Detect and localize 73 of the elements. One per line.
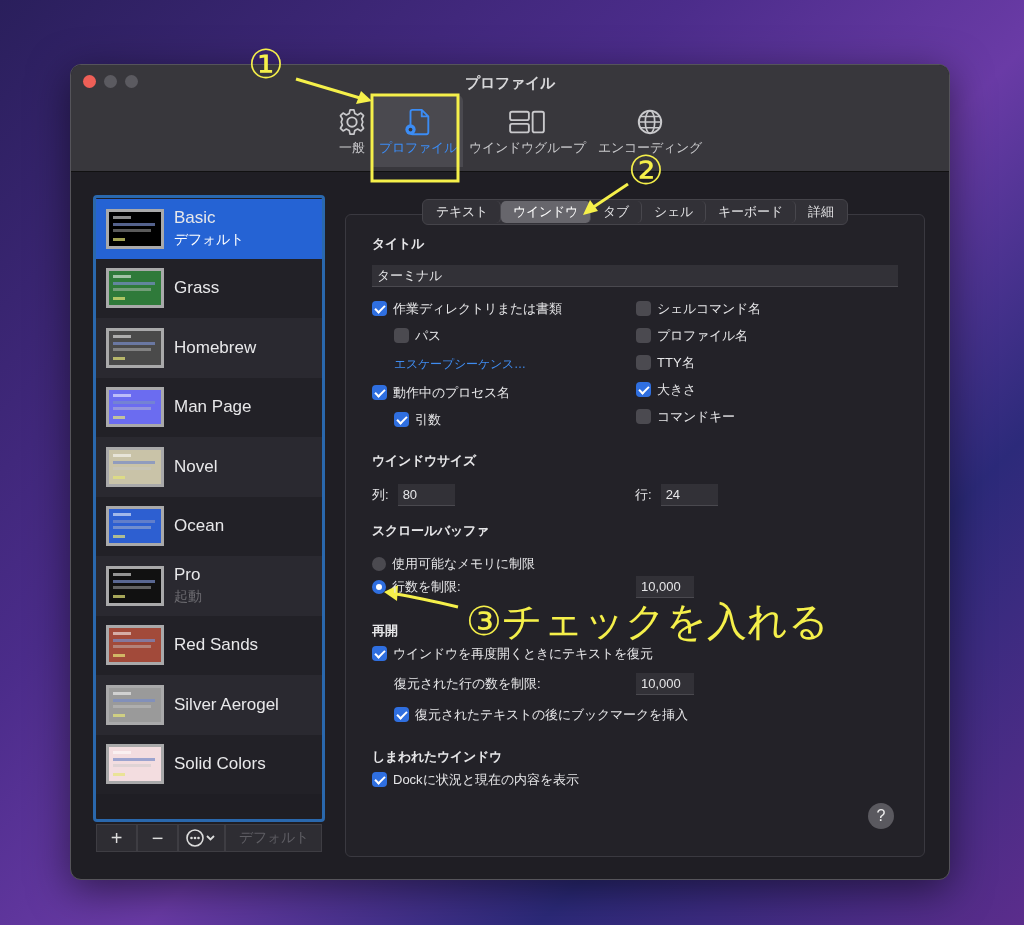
checkbox[interactable] [372,301,387,316]
profile-subtitle: 起動 [174,588,202,607]
profile-name: Ocean [174,516,225,537]
radio-label: 行数を制限: [392,577,461,596]
annotation-label: ① [248,44,284,84]
checkbox[interactable] [636,328,651,343]
checkbox[interactable] [394,707,409,722]
annotation-label: ③チェックを入れる [466,601,829,641]
profile-name: Homebrew [174,337,257,358]
checkbox-label: プロファイル名 [657,326,748,345]
profile-item[interactable]: Homebrew [96,318,322,378]
profile-item[interactable]: Silver Aerogel [96,675,322,735]
profile-item[interactable]: Novel [96,437,322,497]
section-heading: スクロールバッファ [372,522,489,540]
profile-name: Novel [174,456,218,477]
line-limit-field[interactable]: 10,000 [636,575,694,598]
help-button[interactable]: ? [868,803,894,829]
section-heading: タイトル [372,235,424,253]
profile-name: Silver Aerogel [174,694,279,715]
section-heading: しまわれたウインドウ [372,748,502,766]
profile-name: Grass [174,278,220,299]
checkbox-label: TTY名 [657,353,695,372]
checkbox[interactable] [636,382,651,397]
action-menu-button[interactable] [178,824,225,852]
checkbox-label: 大きさ [657,380,696,399]
tab[interactable]: シェル [642,201,706,223]
remove-button[interactable]: − [137,824,178,852]
radio-label: 使用可能なメモリに制限 [392,554,535,573]
profile-name: Man Page [174,397,252,418]
toolbar-tab[interactable]: 一般 [330,95,373,171]
checkbox-label: 動作中のプロセス名 [393,383,510,402]
checkbox[interactable] [394,412,409,427]
window-title: プロファイル [465,72,555,93]
field-label: 列: [372,486,389,504]
checkbox-label: 復元されたテキストの後にブックマークを挿入 [415,705,688,724]
add-button[interactable]: + [96,824,137,852]
checkbox[interactable] [636,301,651,316]
checkbox-label: シェルコマンド名 [657,299,761,318]
checkbox-label: 引数 [415,410,441,429]
profile-subtitle: デフォルト [174,231,244,250]
checkbox[interactable] [372,385,387,400]
checkbox-label: 作業ディレクトリまたは書類 [393,299,562,318]
profile-name: Solid Colors [174,754,266,775]
section-heading: 再開 [372,622,398,640]
rows-field[interactable]: 24 [660,484,718,506]
close-button[interactable] [83,75,96,88]
tab[interactable]: キーボード [706,201,796,223]
profile-name: Pro [174,565,202,586]
checkbox-label: パス [415,326,441,345]
checkbox[interactable] [636,409,651,424]
profile-item[interactable]: Basic デフォルト [96,199,322,259]
profile-name: Basic [174,208,217,229]
checkbox[interactable] [636,355,651,370]
radio-button[interactable] [372,556,386,571]
toolbar-tab[interactable]: ウインドウグループ [462,95,592,171]
tab[interactable]: ウインドウ [501,201,591,223]
checkbox[interactable] [372,646,387,661]
profile-name: Red Sands [174,635,259,656]
checkbox-label: Dockに状況と現在の内容を表示 [393,770,579,789]
profile-item[interactable]: Pro 起動 [96,556,322,616]
restored-lines-field[interactable]: 10,000 [636,673,694,695]
field-label: 復元された行の数を制限: [393,675,542,693]
field-label: 行: [635,486,652,504]
radio-button[interactable] [372,579,386,594]
section-heading: ウインドウサイズ [372,452,476,470]
escape-sequence-link[interactable]: エスケープシーケンス… [394,355,526,373]
tab[interactable]: 詳細 [796,201,846,223]
checkbox[interactable] [394,328,409,343]
checkbox-label: ウインドウを再度開くときにテキストを復元 [393,644,653,663]
columns-field[interactable]: 80 [397,484,455,506]
checkbox-label: コマンドキー [657,407,735,426]
checkbox[interactable] [372,772,387,787]
title-field[interactable]: ターミナル [372,265,898,287]
